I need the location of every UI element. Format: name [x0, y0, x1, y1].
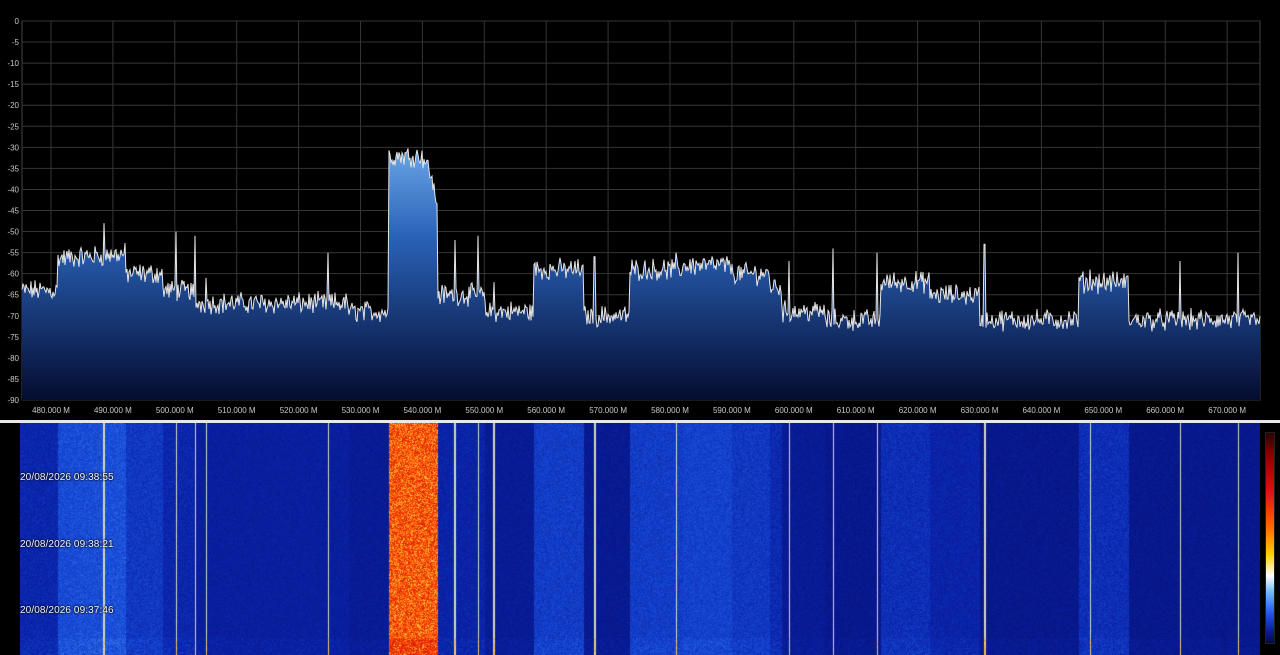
waterfall-timestamp-1: 20/08/2026 09:38:55: [20, 472, 114, 483]
waterfall-margin: [0, 423, 20, 655]
y-tick-label: -10: [7, 59, 19, 68]
y-tick-label: 0: [15, 17, 20, 26]
y-tick-label: -70: [7, 312, 19, 321]
y-tick-label: -90: [7, 396, 19, 405]
x-tick-label: 630.000 M: [961, 406, 999, 415]
x-tick-label: 510.000 M: [218, 406, 256, 415]
x-tick-label: 540.000 M: [403, 406, 441, 415]
x-tick-label: 640.000 M: [1022, 406, 1060, 415]
x-tick-label: 530.000 M: [342, 406, 380, 415]
y-tick-label: -5: [12, 38, 20, 47]
x-tick-label: 490.000 M: [94, 406, 132, 415]
y-tick-label: -60: [7, 270, 19, 279]
x-tick-label: 480.000 M: [32, 406, 70, 415]
waterfall-display[interactable]: [20, 423, 1260, 655]
y-tick-label: -85: [7, 375, 19, 384]
y-tick-label: -30: [7, 143, 19, 152]
x-tick-label: 580.000 M: [651, 406, 689, 415]
x-tick-label: 670.000 M: [1208, 406, 1246, 415]
x-tick-label: 600.000 M: [775, 406, 813, 415]
waterfall-color-scale: [1265, 432, 1275, 644]
y-tick-label: -35: [7, 164, 19, 173]
y-tick-label: -75: [7, 333, 19, 342]
x-tick-label: 620.000 M: [899, 406, 937, 415]
x-tick-label: 520.000 M: [280, 406, 318, 415]
x-tick-label: 610.000 M: [837, 406, 875, 415]
x-tick-label: 570.000 M: [589, 406, 627, 415]
y-tick-label: -45: [7, 207, 19, 216]
waterfall-timestamp-2: 20/08/2026 09:38:21: [20, 539, 114, 550]
y-tick-label: -40: [7, 185, 19, 194]
y-tick-label: -65: [7, 291, 19, 300]
x-tick-label: 650.000 M: [1084, 406, 1122, 415]
waterfall-timestamp-3: 20/08/2026 09:37:46: [20, 605, 114, 616]
x-tick-label: 590.000 M: [713, 406, 751, 415]
y-tick-label: -55: [7, 249, 19, 258]
y-tick-label: -25: [7, 122, 19, 131]
y-tick-label: -15: [7, 80, 19, 89]
x-tick-label: 550.000 M: [465, 406, 503, 415]
y-tick-label: -20: [7, 101, 19, 110]
spectrum-plot[interactable]: 0 -5 -10 -15 -20 -25 -30 -35 -40 -45 -50 -55 -60 -65 -…: [0, 0, 1280, 420]
y-tick-label: -80: [7, 354, 19, 363]
x-tick-label: 660.000 M: [1146, 406, 1184, 415]
x-tick-label: 560.000 M: [527, 406, 565, 415]
y-tick-label: -50: [7, 228, 19, 237]
x-tick-label: 500.000 M: [156, 406, 194, 415]
